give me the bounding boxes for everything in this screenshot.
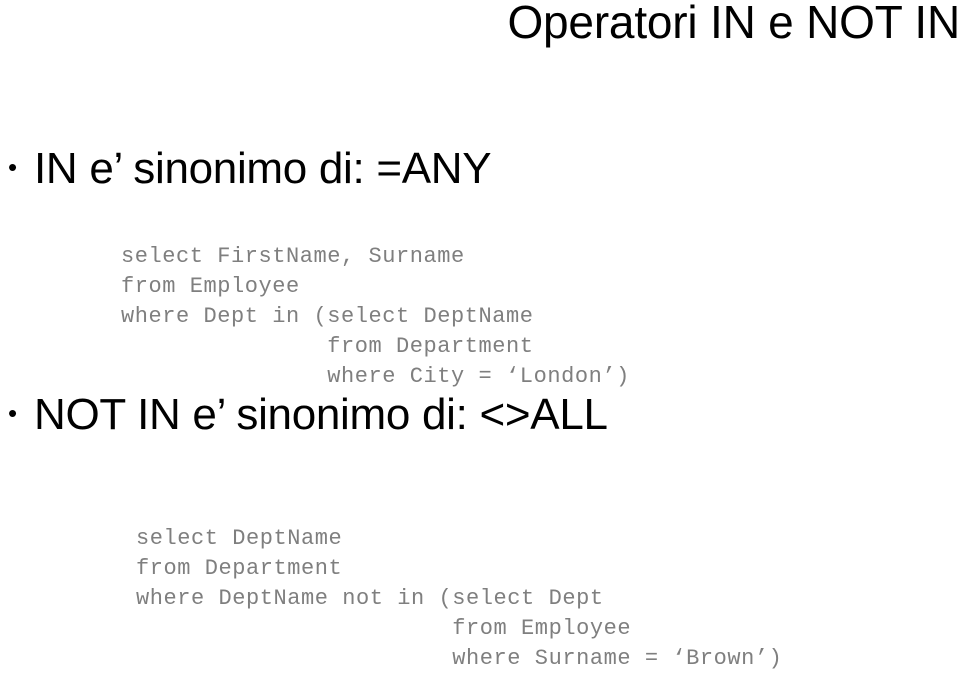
- code-line: where City = ‘London’): [121, 364, 630, 389]
- slide-canvas: Operatori IN e NOT IN • IN e’ sinonimo d…: [0, 0, 960, 671]
- bullet-item-in: • IN e’ sinonimo di: =ANY: [8, 144, 492, 194]
- code-line: where Surname = ‘Brown’): [136, 646, 783, 671]
- code-line: from Employee: [136, 616, 632, 641]
- bullet-item-not-in: • NOT IN e’ sinonimo di: <>ALL: [8, 390, 608, 440]
- code-block-not-in-example: select DeptName from Department where Dept…: [136, 524, 782, 674]
- code-line: where DeptName not in (select Dept: [136, 586, 604, 611]
- code-line: from Department: [121, 334, 534, 359]
- bullet-marker-icon: •: [8, 152, 18, 182]
- code-line: from Department: [136, 556, 343, 581]
- code-block-in-example: select FirstName, Surname from Employee wh…: [121, 242, 630, 392]
- page-title: Operatori IN e NOT IN: [507, 0, 960, 48]
- code-line: from Employee: [121, 274, 300, 299]
- code-line: select DeptName: [136, 526, 343, 551]
- code-line: where Dept in (select DeptName: [121, 304, 534, 329]
- bullet-label-in: IN e’ sinonimo di: =ANY: [34, 144, 492, 193]
- bullet-marker-icon: •: [8, 398, 18, 428]
- bullet-label-not-in: NOT IN e’ sinonimo di: <>ALL: [34, 390, 608, 439]
- code-line: select FirstName, Surname: [121, 244, 465, 269]
